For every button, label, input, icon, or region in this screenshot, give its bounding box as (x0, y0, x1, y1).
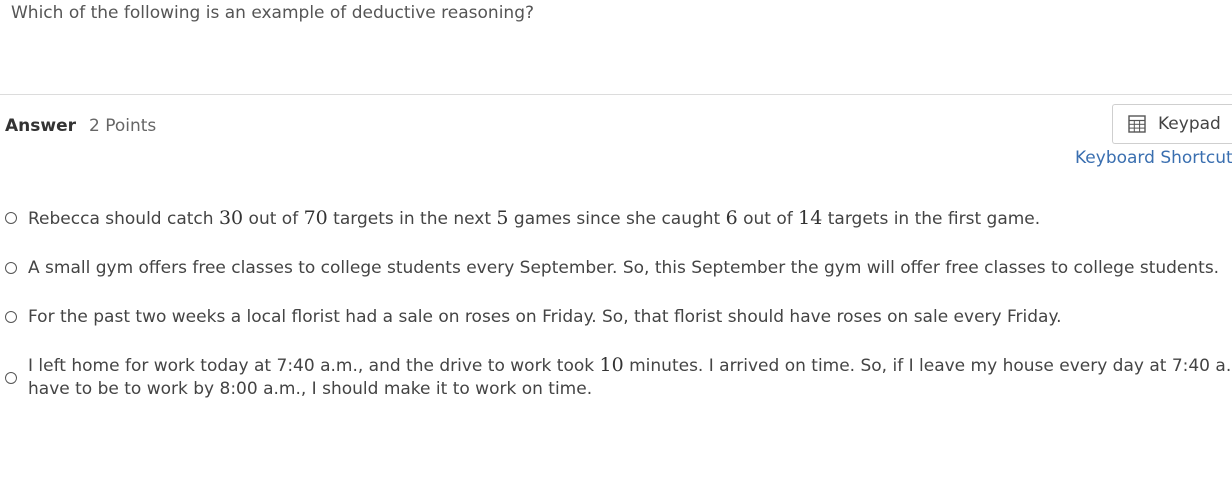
choice-text-segment: Rebecca should catch (28, 209, 219, 229)
math-number: 6 (725, 207, 738, 229)
choice-text-segment: minutes. I arrived on time. So, if I lea… (623, 356, 1232, 376)
radio-button[interactable] (5, 372, 17, 384)
choice-text-segment: targets in the first game. (822, 209, 1041, 229)
answer-choice-3[interactable]: For the past two weeks a local florist h… (0, 305, 1232, 329)
calculator-icon (1128, 115, 1146, 133)
math-number: 14 (798, 207, 823, 229)
points-label: 2 Points (89, 116, 157, 136)
choice-text-segment: I left home for work today at 7:40 a.m.,… (28, 356, 600, 376)
choice-text-segment: out of (243, 209, 304, 229)
choice-text-segment: out of (737, 209, 799, 229)
math-number: 5 (496, 207, 509, 229)
radio-button[interactable] (5, 311, 17, 323)
answer-label: Answer (5, 116, 76, 136)
keypad-label: Keypad (1158, 114, 1221, 134)
choice-text: A small gym offers free classes to colle… (28, 258, 1220, 278)
choice-text: For the past two weeks a local florist h… (28, 307, 1062, 327)
choice-text-segment: targets in the next (327, 209, 497, 229)
radio-button[interactable] (5, 212, 17, 224)
choice-text: Rebecca should catch 30 out of 70 target… (28, 206, 1040, 231)
keypad-button[interactable]: Keypad (1112, 104, 1232, 144)
answer-choice-4[interactable]: I left home for work today at 7:40 a.m.,… (0, 353, 1232, 401)
choice-text-line-2: have to be to work by 8:00 a.m., I shoul… (28, 379, 593, 399)
question-text: Which of the following is an example of … (11, 3, 535, 23)
math-number: 70 (303, 207, 328, 229)
answer-choice-2[interactable]: A small gym offers free classes to colle… (0, 256, 1232, 280)
answer-choice-1[interactable]: Rebecca should catch 30 out of 70 target… (0, 206, 1232, 230)
radio-button[interactable] (5, 262, 17, 274)
choice-text-segment: games since she caught (508, 209, 726, 229)
math-number: 10 (599, 354, 624, 376)
choice-text-line-1: I left home for work today at 7:40 a.m.,… (28, 353, 1232, 378)
keyboard-shortcuts-link[interactable]: Keyboard Shortcuts (1075, 148, 1232, 168)
section-divider (0, 94, 1232, 95)
math-number: 30 (218, 207, 244, 229)
